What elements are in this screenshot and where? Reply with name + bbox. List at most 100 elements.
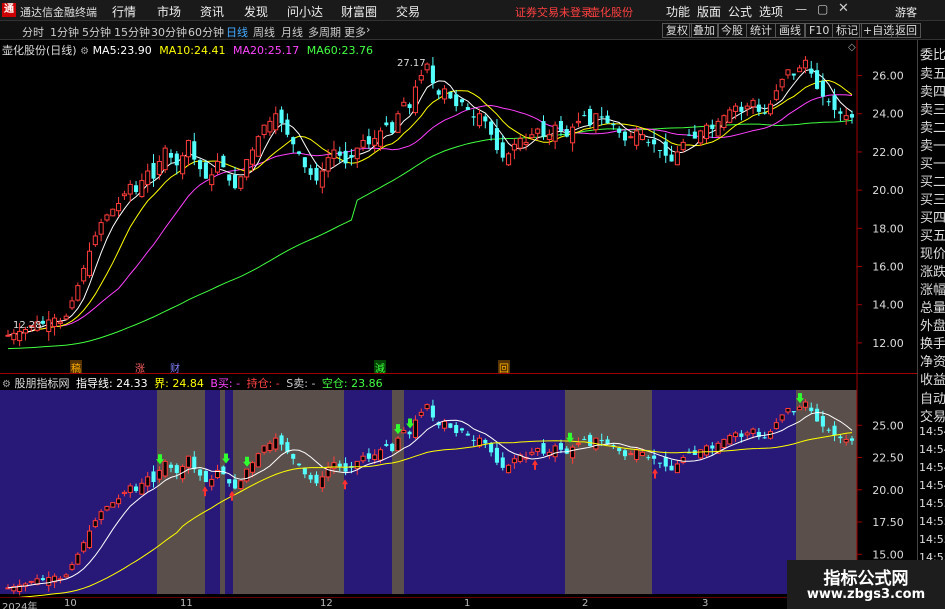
minimize-icon[interactable]: — bbox=[795, 2, 807, 16]
maximize-icon[interactable]: ▢ bbox=[817, 2, 828, 16]
candle-body bbox=[285, 119, 290, 135]
candle-body bbox=[430, 405, 435, 418]
candle-body bbox=[639, 134, 645, 140]
period-30min[interactable]: 30分钟 bbox=[151, 24, 187, 40]
today-button[interactable]: 今股 bbox=[717, 23, 747, 38]
y-tick-label: 20.00 bbox=[872, 484, 904, 497]
gear-icon[interactable]: ⚙ bbox=[80, 46, 89, 57]
menu-wealth[interactable]: 财富圈 bbox=[341, 3, 377, 20]
period-60min[interactable]: 60分钟 bbox=[188, 24, 224, 40]
candle-body bbox=[390, 122, 395, 133]
adjust-button[interactable]: 复权 bbox=[662, 23, 692, 38]
candle-body bbox=[767, 103, 774, 115]
menu-ask[interactable]: 问小达 bbox=[287, 3, 323, 20]
candle-body bbox=[121, 491, 127, 495]
candle-body bbox=[652, 139, 657, 145]
panel-item: 委比 bbox=[920, 48, 945, 63]
candle-body bbox=[308, 474, 313, 480]
period-daily[interactable]: 日线 bbox=[226, 24, 248, 40]
candle-body bbox=[535, 128, 541, 134]
candle-body bbox=[412, 419, 418, 438]
gear-icon[interactable]: ⚙ bbox=[2, 379, 11, 390]
menu-function[interactable]: 功能 bbox=[666, 3, 690, 20]
candle-body bbox=[273, 113, 279, 131]
indicator-legend: ⚙ 股朋指标网 指导线: 24.33 界: 24.84 B买: - 持仓: - … bbox=[2, 375, 383, 391]
panel-item: 卖三 bbox=[920, 103, 945, 118]
period-multi[interactable]: 多周期 bbox=[308, 24, 341, 40]
panel-item: 外盘 bbox=[920, 319, 945, 334]
menu-news[interactable]: 资讯 bbox=[200, 3, 224, 20]
candle-body bbox=[558, 443, 564, 450]
candle-body bbox=[849, 438, 855, 441]
candle-body bbox=[832, 95, 837, 110]
chevron-right-icon[interactable]: › bbox=[366, 23, 370, 36]
close-icon[interactable]: ✕ bbox=[838, 1, 849, 16]
candle-body bbox=[733, 432, 739, 438]
menu-market[interactable]: 市场 bbox=[157, 3, 181, 20]
period-monthly[interactable]: 月线 bbox=[281, 24, 303, 40]
candle-body bbox=[63, 574, 69, 578]
guest-user[interactable]: 游客 bbox=[895, 4, 917, 20]
mark-button[interactable]: 标记 bbox=[832, 23, 862, 38]
auto-trade-item[interactable]: 自动 bbox=[920, 388, 945, 407]
candle-body bbox=[349, 154, 354, 158]
candle-body bbox=[779, 414, 785, 421]
candle-body bbox=[168, 464, 174, 468]
panel-item: 现价 bbox=[920, 247, 945, 262]
candle-body bbox=[412, 86, 418, 114]
candle-body bbox=[116, 498, 122, 505]
candle-body bbox=[162, 460, 168, 477]
candle-body bbox=[454, 94, 459, 107]
overlay-button[interactable]: 叠加 bbox=[689, 23, 719, 38]
candle-body bbox=[773, 422, 779, 429]
menu-trade[interactable]: 交易 bbox=[396, 3, 420, 20]
period-more[interactable]: 更多 bbox=[344, 24, 366, 40]
stats-button[interactable]: 统计 bbox=[746, 23, 776, 38]
back-button[interactable]: 返回 bbox=[891, 23, 921, 38]
candle-body bbox=[52, 317, 58, 328]
expand-icon[interactable]: ◇ bbox=[848, 42, 856, 53]
panel-item: 收益 bbox=[920, 373, 945, 388]
period-tick[interactable]: 分时 bbox=[22, 24, 44, 40]
menu-layout[interactable]: 版面 bbox=[697, 3, 721, 20]
candle-body bbox=[156, 160, 162, 175]
menu-options[interactable]: 选项 bbox=[759, 3, 783, 20]
candle-body bbox=[832, 425, 837, 436]
x-tick: 1 bbox=[464, 598, 471, 609]
candle-body bbox=[151, 162, 156, 179]
candle-body bbox=[494, 128, 499, 151]
candle-body bbox=[802, 59, 808, 69]
candle-body bbox=[360, 455, 366, 462]
candle-body bbox=[448, 91, 453, 99]
panel-item: 卖五 bbox=[920, 67, 945, 82]
indicator-chart[interactable]: 25.0022.5020.0017.5015.00 bbox=[0, 373, 917, 598]
candle-body bbox=[221, 466, 226, 475]
candle-body bbox=[721, 438, 727, 448]
menu-formula[interactable]: 公式 bbox=[728, 3, 752, 20]
draw-button[interactable]: 画线 bbox=[775, 23, 805, 38]
f10-button[interactable]: F10 bbox=[805, 23, 834, 38]
menu-discover[interactable]: 发现 bbox=[244, 3, 268, 20]
trade-item[interactable]: 交易 bbox=[920, 406, 945, 425]
period-1min[interactable]: 1分钟 bbox=[50, 24, 79, 40]
candle-body bbox=[162, 147, 168, 171]
candle-body bbox=[384, 444, 389, 446]
candle-body bbox=[17, 330, 23, 342]
candle-body bbox=[575, 442, 581, 445]
low-price-label: 12.28 bbox=[13, 320, 42, 331]
candle-body bbox=[424, 63, 430, 71]
candle-body bbox=[669, 154, 674, 162]
candle-body bbox=[354, 460, 360, 470]
main-kline-chart[interactable]: 26.00 24.00 22.00 20.00 18.00 16.00 14.00 12.00 bbox=[0, 40, 917, 373]
candle-body bbox=[319, 170, 325, 188]
candle-body bbox=[599, 116, 604, 118]
period-5min[interactable]: 5分钟 bbox=[82, 24, 111, 40]
candle-body bbox=[86, 250, 93, 277]
menu-quotes[interactable]: 行情 bbox=[112, 3, 136, 20]
candle-body bbox=[634, 130, 640, 146]
period-weekly[interactable]: 周线 bbox=[253, 24, 275, 40]
candle-body bbox=[483, 439, 488, 444]
candle-body bbox=[750, 99, 756, 108]
candle-body bbox=[459, 99, 465, 103]
period-15min[interactable]: 15分钟 bbox=[114, 24, 150, 40]
